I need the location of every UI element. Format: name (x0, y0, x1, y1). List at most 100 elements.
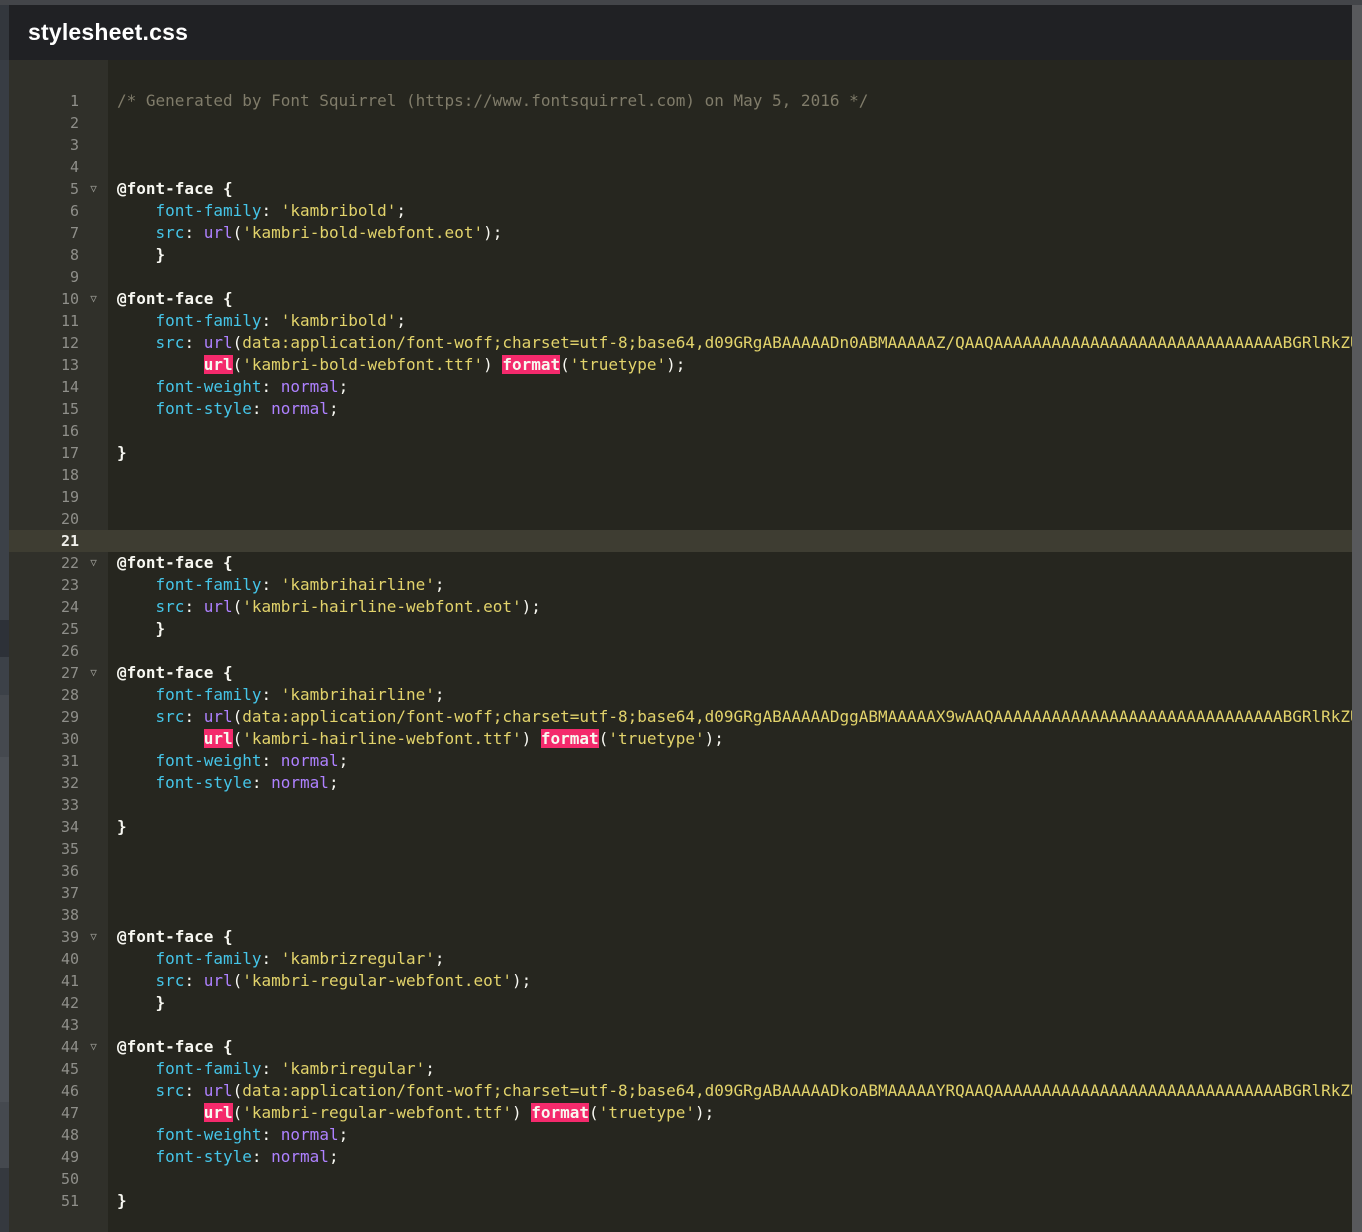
line-number[interactable]: 25 (9, 620, 79, 638)
line-number[interactable]: 28 (9, 686, 79, 704)
fold-toggle-icon[interactable]: ▽ (79, 178, 108, 200)
code-line[interactable]: src: url('kambri-regular-webfont.eot'); (108, 970, 1352, 992)
fold-toggle-icon[interactable]: ▽ (79, 1036, 108, 1058)
line-number[interactable]: 7 (9, 224, 79, 242)
code-line[interactable] (108, 266, 1352, 288)
line-number[interactable]: 45 (9, 1060, 79, 1078)
line-number[interactable]: 49 (9, 1148, 79, 1166)
code-line[interactable]: font-style: normal; (108, 772, 1352, 794)
code-line[interactable]: src: url('kambri-hairline-webfont.eot'); (108, 596, 1352, 618)
code-line[interactable]: } (108, 618, 1352, 640)
code-line[interactable]: font-weight: normal; (108, 376, 1352, 398)
line-number[interactable]: 44 (9, 1038, 79, 1056)
line-number[interactable]: 5 (9, 180, 79, 198)
line-number[interactable]: 41 (9, 972, 79, 990)
line-number[interactable]: 16 (9, 422, 79, 440)
fold-toggle-icon[interactable]: ▽ (79, 552, 108, 574)
code-line[interactable] (108, 134, 1352, 156)
line-number[interactable]: 31 (9, 752, 79, 770)
line-number[interactable]: 2 (9, 114, 79, 132)
code-line[interactable] (108, 508, 1352, 530)
line-number[interactable]: 6 (9, 202, 79, 220)
code-line[interactable]: } (108, 244, 1352, 266)
code-line[interactable]: font-weight: normal; (108, 750, 1352, 772)
line-number[interactable]: 48 (9, 1126, 79, 1144)
code-line[interactable] (108, 420, 1352, 442)
line-number[interactable]: 10 (9, 290, 79, 308)
line-number[interactable]: 13 (9, 356, 79, 374)
line-number[interactable]: 23 (9, 576, 79, 594)
code-line[interactable]: font-style: normal; (108, 398, 1352, 420)
code-line[interactable]: @font-face { (108, 662, 1352, 684)
code-line[interactable]: src: url(data:application/font-woff;char… (108, 706, 1352, 728)
line-number[interactable]: 21 (9, 532, 79, 550)
code-line[interactable]: } (108, 442, 1352, 464)
line-number[interactable]: 37 (9, 884, 79, 902)
line-number[interactable]: 46 (9, 1082, 79, 1100)
line-number[interactable]: 34 (9, 818, 79, 836)
line-number[interactable]: 22 (9, 554, 79, 572)
line-number[interactable]: 50 (9, 1170, 79, 1188)
code-pane[interactable]: /* Generated by Font Squirrel (https://w… (108, 60, 1352, 1232)
fold-toggle-icon[interactable]: ▽ (79, 926, 108, 948)
code-line[interactable] (108, 1014, 1352, 1036)
line-number[interactable]: 18 (9, 466, 79, 484)
code-line[interactable]: font-style: normal; (108, 1146, 1352, 1168)
code-line[interactable]: font-family: 'kambrihairline'; (108, 684, 1352, 706)
code-line[interactable]: } (108, 992, 1352, 1014)
line-number[interactable]: 38 (9, 906, 79, 924)
line-number[interactable]: 42 (9, 994, 79, 1012)
line-number[interactable]: 19 (9, 488, 79, 506)
code-line[interactable] (108, 904, 1352, 926)
line-number[interactable]: 14 (9, 378, 79, 396)
code-line[interactable] (108, 838, 1352, 860)
code-line[interactable]: } (108, 816, 1352, 838)
line-number[interactable]: 47 (9, 1104, 79, 1122)
line-number[interactable]: 3 (9, 136, 79, 154)
line-number[interactable]: 17 (9, 444, 79, 462)
code-line[interactable]: src: url('kambri-bold-webfont.eot'); (108, 222, 1352, 244)
code-line-highlighted[interactable] (108, 530, 1352, 552)
code-line[interactable] (108, 640, 1352, 662)
line-number[interactable]: 26 (9, 642, 79, 660)
line-number[interactable]: 15 (9, 400, 79, 418)
line-number[interactable]: 20 (9, 510, 79, 528)
line-number[interactable]: 30 (9, 730, 79, 748)
code-line[interactable]: font-family: 'kambribold'; (108, 200, 1352, 222)
line-number[interactable]: 24 (9, 598, 79, 616)
line-number[interactable]: 12 (9, 334, 79, 352)
fold-toggle-icon[interactable]: ▽ (79, 662, 108, 684)
line-number[interactable]: 51 (9, 1192, 79, 1210)
fold-toggle-icon[interactable]: ▽ (79, 288, 108, 310)
scrollbar-track[interactable] (1352, 5, 1362, 1232)
line-number[interactable]: 8 (9, 246, 79, 264)
code-line[interactable] (108, 1168, 1352, 1190)
code-line[interactable] (108, 156, 1352, 178)
code-line[interactable]: @font-face { (108, 178, 1352, 200)
line-number[interactable]: 40 (9, 950, 79, 968)
line-number[interactable]: 32 (9, 774, 79, 792)
code-line[interactable]: font-family: 'kambrihairline'; (108, 574, 1352, 596)
code-line[interactable] (108, 486, 1352, 508)
code-line[interactable]: url('kambri-hairline-webfont.ttf') forma… (108, 728, 1352, 750)
code-line[interactable]: @font-face { (108, 552, 1352, 574)
code-line[interactable]: } (108, 1190, 1352, 1212)
code-line[interactable] (108, 882, 1352, 904)
code-line[interactable]: url('kambri-regular-webfont.ttf') format… (108, 1102, 1352, 1124)
code-line[interactable] (108, 794, 1352, 816)
code-line[interactable]: @font-face { (108, 1036, 1352, 1058)
code-line[interactable]: @font-face { (108, 288, 1352, 310)
code-line[interactable]: font-family: 'kambrizregular'; (108, 948, 1352, 970)
line-number[interactable]: 33 (9, 796, 79, 814)
line-number[interactable]: 11 (9, 312, 79, 330)
line-number[interactable]: 35 (9, 840, 79, 858)
line-number[interactable]: 9 (9, 268, 79, 286)
code-line[interactable]: src: url(data:application/font-woff;char… (108, 1080, 1352, 1102)
line-number[interactable]: 29 (9, 708, 79, 726)
code-line[interactable] (108, 860, 1352, 882)
code-line[interactable]: font-family: 'kambriregular'; (108, 1058, 1352, 1080)
line-number[interactable]: 4 (9, 158, 79, 176)
code-line[interactable]: font-weight: normal; (108, 1124, 1352, 1146)
code-line[interactable]: @font-face { (108, 926, 1352, 948)
line-number[interactable]: 43 (9, 1016, 79, 1034)
